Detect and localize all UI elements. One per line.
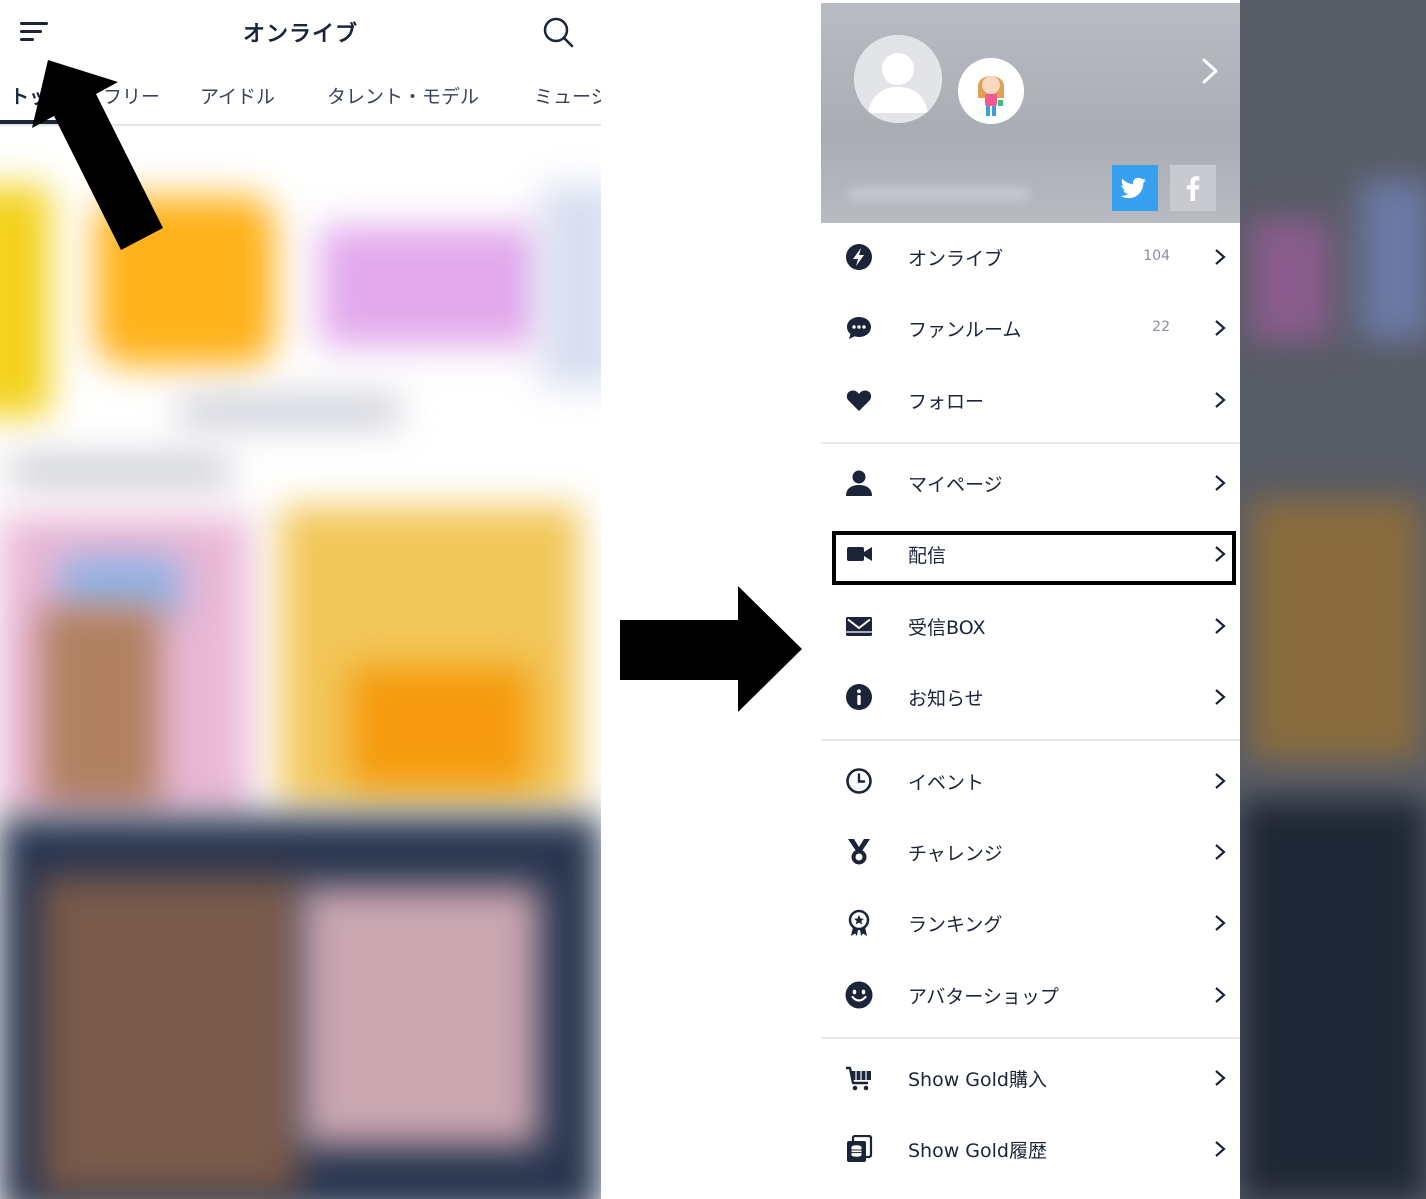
profile-chevron-icon[interactable]	[1199, 57, 1221, 85]
heart-icon	[846, 390, 872, 411]
person-icon	[846, 470, 872, 496]
menu-item-onlive[interactable]: オンライブ 104	[821, 223, 1240, 294]
chevron-right-icon	[1215, 392, 1226, 408]
profile-header	[821, 3, 1240, 223]
chat-bubble-icon	[847, 317, 871, 339]
chevron-right-icon	[1215, 320, 1226, 336]
menu-item-label: ランキング	[908, 914, 1003, 936]
dimmed-background	[1240, 0, 1426, 1199]
menu-item-broadcast[interactable]: 配信	[821, 520, 1240, 591]
chevron-right-icon	[1215, 618, 1226, 634]
menu-item-label: マイページ	[908, 474, 1003, 496]
menu-item-label: ファンルーム	[908, 319, 1022, 341]
side-drawer: オンライブ 104 ファンルーム 22 フォロー マイページ 配信 受信BOX …	[821, 3, 1240, 1199]
tab-idol[interactable]: アイドル	[200, 82, 275, 109]
chevron-right-icon	[1215, 1070, 1226, 1086]
coin-history-icon	[847, 1135, 873, 1162]
menu-item-label: オンライブ	[908, 248, 1004, 270]
chevron-right-icon	[1215, 773, 1226, 789]
twitter-icon[interactable]	[1112, 165, 1158, 211]
menu-item-label: Show Gold履歴	[908, 1140, 1047, 1162]
cart-icon	[846, 1066, 871, 1091]
tab-talent-model[interactable]: タレント・モデル	[327, 82, 479, 109]
menu-item-challenge[interactable]: チャレンジ	[821, 818, 1240, 889]
chevron-right-icon	[1215, 249, 1226, 265]
default-avatar-icon[interactable]	[854, 35, 942, 123]
info-icon	[846, 684, 872, 710]
menu-divider	[821, 442, 1240, 444]
menu-item-label: 配信	[908, 545, 947, 567]
avatar-character-icon[interactable]	[958, 58, 1024, 124]
menu-item-event[interactable]: イベント	[821, 747, 1240, 818]
menu-item-fanroom[interactable]: ファンルーム 22	[821, 294, 1240, 365]
menu-item-label: イベント	[908, 772, 985, 794]
menu-item-notice[interactable]: お知らせ	[821, 663, 1240, 734]
menu-item-avatar-shop[interactable]: アバターショップ	[821, 961, 1240, 1032]
annotation-arrow-right	[620, 586, 802, 712]
chevron-right-icon	[1215, 987, 1226, 1003]
mail-icon	[846, 617, 872, 636]
menu-item-label: アバターショップ	[908, 986, 1059, 1008]
annotation-arrow-up	[32, 60, 163, 250]
menu-item-count: 104	[1143, 248, 1170, 264]
menu-item-label: Show Gold購入	[908, 1069, 1047, 1091]
menu-item-show-gold-purchase[interactable]: Show Gold購入	[821, 1044, 1240, 1115]
chevron-right-icon	[1215, 475, 1226, 491]
menu-divider	[821, 1037, 1240, 1039]
menu-item-mypage[interactable]: マイページ	[821, 449, 1240, 520]
menu-item-ranking[interactable]: ランキング	[821, 889, 1240, 960]
medal-icon	[848, 839, 870, 865]
facebook-icon[interactable]	[1170, 165, 1216, 211]
lightning-icon	[846, 244, 872, 270]
search-icon[interactable]	[542, 16, 574, 48]
chevron-right-icon	[1215, 546, 1226, 562]
video-camera-icon	[847, 547, 872, 561]
ranking-badge-icon	[848, 909, 870, 936]
chevron-right-icon	[1215, 844, 1226, 860]
menu-item-follow[interactable]: フォロー	[821, 366, 1240, 437]
smiley-icon	[845, 981, 873, 1009]
clock-icon	[846, 768, 872, 794]
menu-item-label: 受信BOX	[908, 617, 986, 639]
menu-item-label: フォロー	[908, 391, 985, 413]
menu-item-count: 22	[1152, 319, 1170, 335]
menu-item-inbox[interactable]: 受信BOX	[821, 592, 1240, 663]
blurred-content	[0, 126, 601, 1199]
menu-item-show-gold-history[interactable]: Show Gold履歴	[821, 1115, 1240, 1186]
chevron-right-icon	[1215, 1141, 1226, 1157]
menu-divider	[821, 739, 1240, 741]
menu-item-label: チャレンジ	[908, 843, 1003, 865]
chevron-right-icon	[1215, 689, 1226, 705]
menu-item-label: お知らせ	[908, 688, 984, 710]
username-blurred	[849, 188, 1029, 200]
chevron-right-icon	[1215, 915, 1226, 931]
tab-musician[interactable]: ミュージシャン	[534, 82, 601, 109]
